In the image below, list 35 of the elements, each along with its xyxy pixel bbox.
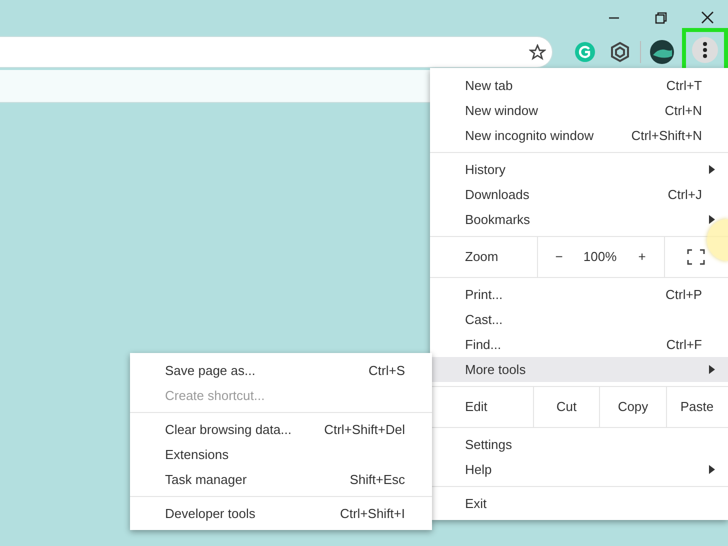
restore-icon <box>654 12 667 24</box>
menu-item[interactable]: Developer tools Ctrl+Shift+I <box>130 501 432 526</box>
menu-item[interactable]: Clear browsing data... Ctrl+Shift+Del <box>130 417 432 442</box>
profile-avatar[interactable] <box>648 38 676 66</box>
menu-item[interactable]: Find... Ctrl+F <box>430 332 728 357</box>
menu-item[interactable]: Print... Ctrl+P <box>430 282 728 307</box>
menu-icon <box>692 36 718 62</box>
menu-item[interactable]: Extensions <box>130 442 432 467</box>
zoom-out-button[interactable]: − <box>537 237 580 277</box>
zoom-label: Zoom <box>464 248 500 266</box>
menu-item[interactable]: Exit <box>430 491 728 516</box>
edit-action-button[interactable]: Copy <box>599 387 666 427</box>
edit-action-button[interactable]: Cut <box>533 387 599 427</box>
menu-item[interactable]: Help <box>430 457 728 482</box>
menu-item[interactable]: New incognito window Ctrl+Shift+N <box>430 123 728 148</box>
fullscreen-icon <box>687 249 705 265</box>
menu-item[interactable]: Settings <box>430 432 728 457</box>
menu-item[interactable]: New window Ctrl+N <box>430 98 728 123</box>
menu-item[interactable]: Task manager Shift+Esc <box>130 467 432 492</box>
submenu-arrow-icon <box>709 215 715 224</box>
close-icon <box>701 11 714 24</box>
zoom-in-button[interactable]: + <box>620 237 664 277</box>
menu-item[interactable]: Downloads Ctrl+J <box>430 182 728 207</box>
edit-action-button[interactable]: Paste <box>666 387 727 427</box>
edit-label: Edit <box>464 398 488 416</box>
submenu-arrow-icon <box>709 365 715 374</box>
menu-item[interactable]: New tab Ctrl+T <box>430 73 728 98</box>
menu-item[interactable]: Save page as... Ctrl+S <box>130 358 432 383</box>
menu-item[interactable]: History <box>430 157 728 182</box>
star-icon[interactable] <box>528 44 546 60</box>
submenu-arrow-icon <box>709 465 715 474</box>
menu-item[interactable]: More tools <box>430 357 728 382</box>
submenu-arrow-icon <box>709 165 715 174</box>
menu-item[interactable]: Cast... <box>430 307 728 332</box>
zoom-level: 100% <box>582 248 618 266</box>
